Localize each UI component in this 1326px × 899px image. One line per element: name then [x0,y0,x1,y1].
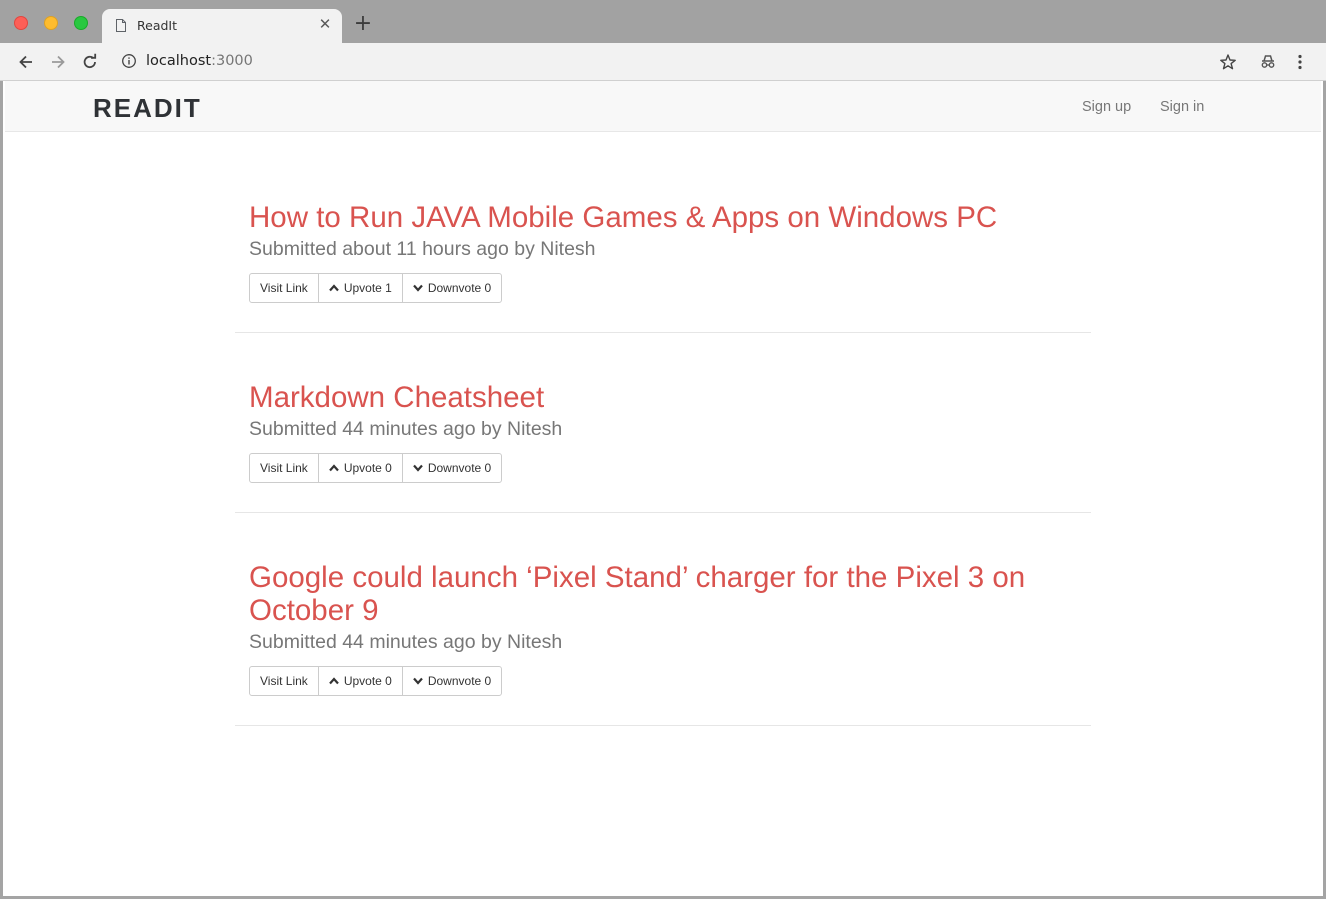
tab-title: ReadIt [137,18,177,33]
chevron-down-icon [413,677,423,685]
downvote-label: Downvote 0 [427,461,492,475]
upvote-label: Upvote 1 [343,281,392,295]
upvote-label: Upvote 0 [343,674,392,688]
link-meta: Submitted about 11 hours ago by Nitesh [249,238,596,260]
upvote-button[interactable]: Upvote 1 [317,274,402,302]
incognito-icon[interactable] [1258,52,1278,72]
address-port: :3000 [211,53,253,69]
chevron-down-icon [413,284,423,292]
address-bar[interactable]: localhost:3000 [146,53,253,69]
signup-link[interactable]: Sign up [1082,99,1131,115]
upvote-button[interactable]: Upvote 0 [317,454,402,482]
signin-link[interactable]: Sign in [1160,99,1204,115]
back-icon[interactable] [16,52,36,72]
visit-link-button[interactable]: Visit Link [250,454,318,482]
downvote-button[interactable]: Downvote 0 [401,274,501,302]
downvote-button[interactable]: Downvote 0 [401,667,501,695]
chevron-up-icon [328,677,339,685]
reload-icon[interactable] [80,52,100,72]
link-list: How to Run JAVA Mobile Games & Apps on W… [235,132,1091,726]
link-title[interactable]: Google could launch ‘Pixel Stand’ charge… [249,561,1077,627]
link-meta: Submitted 44 minutes ago by Nitesh [249,631,563,653]
downvote-button[interactable]: Downvote 0 [401,454,501,482]
downvote-label: Downvote 0 [427,281,492,295]
chevron-down-icon [413,464,423,472]
link-meta: Submitted 44 minutes ago by Nitesh [249,418,563,440]
visit-link-label: Visit Link [260,461,308,475]
page-viewport: READIT Sign up Sign in How to Run JAVA M… [3,81,1323,896]
browser-toolbar: localhost:3000 [0,43,1326,81]
brand-logo[interactable]: READIT [93,93,202,124]
upvote-button[interactable]: Upvote 0 [317,667,402,695]
visit-link-label: Visit Link [260,281,308,295]
tab-strip: ReadIt ✕ + [0,0,1326,43]
maximize-window-button[interactable] [74,16,88,30]
downvote-label: Downvote 0 [427,674,492,688]
link-title[interactable]: Markdown Cheatsheet [249,381,1077,414]
info-icon[interactable] [121,53,137,69]
chevron-up-icon [328,464,339,472]
visit-link-button[interactable]: Visit Link [250,667,318,695]
link-actions: Visit Link Upvote 0 Downvote 0 [249,666,503,696]
link-item: How to Run JAVA Mobile Games & Apps on W… [235,132,1091,333]
minimize-window-button[interactable] [44,16,58,30]
link-title[interactable]: How to Run JAVA Mobile Games & Apps on W… [249,201,1077,234]
link-actions: Visit Link Upvote 0 Downvote 0 [249,453,503,483]
site-navbar: READIT Sign up Sign in [5,81,1321,132]
upvote-label: Upvote 0 [343,461,392,475]
link-item: Google could launch ‘Pixel Stand’ charge… [235,513,1091,726]
page-icon [116,19,126,32]
chevron-up-icon [328,284,339,292]
close-window-button[interactable] [14,16,28,30]
bookmark-star-icon[interactable] [1218,52,1238,72]
browser-window: ReadIt ✕ + localhost:3000 READIT Sign up… [0,0,1326,899]
link-actions: Visit Link Upvote 1 Downvote 0 [249,273,503,303]
close-tab-icon[interactable]: ✕ [318,17,332,32]
visit-link-label: Visit Link [260,674,308,688]
address-host: localhost [146,53,212,69]
menu-kebab-icon[interactable] [1290,52,1310,72]
link-item: Markdown Cheatsheet Submitted 44 minutes… [235,333,1091,513]
browser-tab[interactable]: ReadIt ✕ [102,9,342,43]
new-tab-icon[interactable]: + [353,13,373,35]
forward-icon[interactable] [48,52,68,72]
visit-link-button[interactable]: Visit Link [250,274,318,302]
